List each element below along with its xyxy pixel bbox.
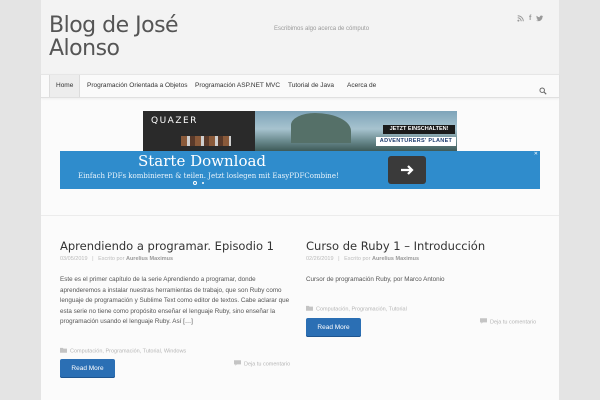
main-nav: Home Programación Orientada a Objetos Pr… <box>41 74 559 98</box>
post-author[interactable]: Aurelius Maximus <box>126 256 173 262</box>
ad-brand-secondary: ADVENTURERS' PLANET <box>376 137 456 146</box>
ad-download-title: Starte Download <box>138 152 267 170</box>
nav-item-poo[interactable]: Programación Orientada a Objetos <box>81 75 193 97</box>
post-excerpt: Este es el primer capítulo de la serie A… <box>60 276 290 325</box>
post-date: 03/05/2019 <box>60 256 88 262</box>
twitter-icon[interactable] <box>536 15 544 25</box>
search-icon[interactable] <box>539 82 547 95</box>
ad-banner-quazer[interactable]: QUAZER JETZT EINSCHALTEN! ADVENTURERS' P… <box>143 111 457 151</box>
ad-close-icon[interactable]: ✕ <box>534 151 538 157</box>
comment-icon <box>234 360 241 368</box>
folder-icon <box>306 305 313 313</box>
site-tagline: Escribimos algo acerca de cómputo <box>274 26 370 32</box>
post-by: Escrito por <box>344 256 371 262</box>
post-comments-text: Deja tu comentario <box>244 361 291 368</box>
carousel-dots <box>193 181 205 185</box>
ad-cta-button[interactable]: JETZT EINSCHALTEN! <box>383 125 455 134</box>
nav-item-acerca[interactable]: Acerca de <box>341 75 382 97</box>
folder-icon <box>60 347 67 355</box>
ad-image-mountain <box>291 113 351 143</box>
post-meta: 03/05/2019 | Escrito por Aurelius Maximu… <box>60 256 173 262</box>
post-categories: Computación, Programación, Tutorial, Win… <box>60 347 186 355</box>
post-title[interactable]: Curso de Ruby 1 – Introducción <box>306 239 485 253</box>
post-title[interactable]: Aprendiendo a programar. Episodio 1 <box>60 239 274 253</box>
post-comments[interactable]: Deja tu comentario <box>234 360 290 368</box>
carousel-dot-2[interactable] <box>201 181 205 185</box>
post-categories-text[interactable]: Computación, Programación, Tutorial, Win… <box>70 348 186 354</box>
nav-item-java[interactable]: Tutorial de Java <box>282 75 340 97</box>
post-categories-text[interactable]: Computación, Programación, Tutorial <box>316 306 407 312</box>
ad-arrow-button[interactable] <box>388 156 426 184</box>
post-by: Escrito por <box>98 256 125 262</box>
post-author[interactable]: Aurelius Maximus <box>372 256 419 262</box>
post-excerpt: Cursor de programación Ruby, por Marco A… <box>306 276 445 283</box>
page-container: Blog de José Alonso Escribimos algo acer… <box>41 0 559 400</box>
carousel-dot-1[interactable] <box>193 181 197 185</box>
ad-download-subtitle: Einfach PDFs kombinieren & teilen. Jetzt… <box>78 172 339 180</box>
nav-item-home[interactable]: Home <box>49 75 81 97</box>
ad-brand: QUAZER <box>151 116 198 126</box>
social-links: f <box>517 15 544 25</box>
meta-separator: | <box>89 256 97 262</box>
rss-icon[interactable] <box>517 15 524 25</box>
site-header: Blog de José Alonso Escribimos algo acer… <box>41 0 559 74</box>
post-categories: Computación, Programación, Tutorial <box>306 305 407 313</box>
read-more-button[interactable]: Read More <box>60 359 115 378</box>
post-date: 02/26/2019 <box>306 256 334 262</box>
meta-separator: | <box>335 256 343 262</box>
nav-item-aspnet[interactable]: Programación ASP.NET MVC <box>189 75 286 97</box>
facebook-icon[interactable]: f <box>529 15 531 25</box>
comment-icon <box>480 318 487 326</box>
ad-banner-download[interactable]: Starte Download Einfach PDFs kombinieren… <box>60 151 540 189</box>
read-more-button[interactable]: Read More <box>306 318 361 337</box>
site-title[interactable]: Blog de José Alonso <box>49 14 209 60</box>
content-divider <box>41 215 559 216</box>
ad-image-boats <box>181 136 231 146</box>
post-comments[interactable]: Deja tu comentario <box>480 318 536 326</box>
post-comments-text: Deja tu comentario <box>490 319 537 326</box>
post-meta: 02/26/2019 | Escrito por Aurelius Maximu… <box>306 256 419 262</box>
arrow-right-icon <box>401 165 414 175</box>
